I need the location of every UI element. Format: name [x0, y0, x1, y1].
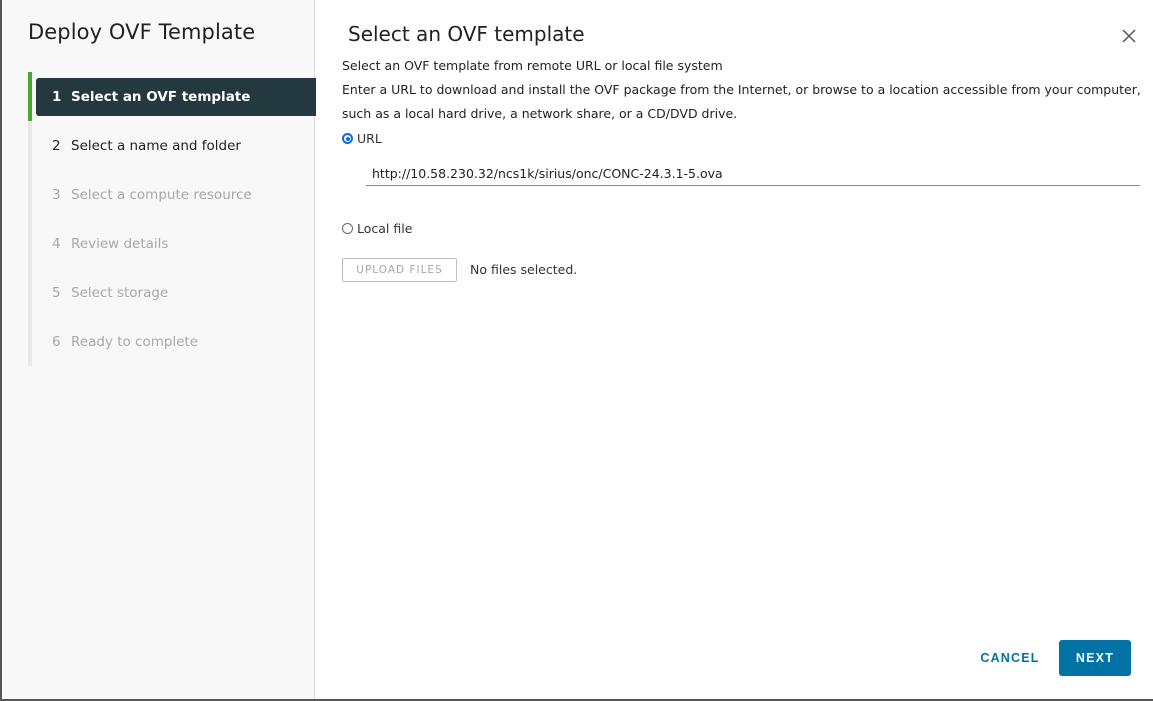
step-label: Ready to complete [71, 334, 199, 350]
wizard-sidebar: Deploy OVF Template 1 Select an OVF temp… [4, 0, 318, 699]
url-radio-label: URL [357, 131, 382, 146]
step-select-name-folder[interactable]: 2 Select a name and folder [36, 127, 316, 165]
step-number: 5 [52, 285, 61, 301]
step-label: Select storage [71, 285, 169, 301]
step-review-details: 4 Review details [36, 225, 316, 263]
step-select-compute-resource: 3 Select a compute resource [36, 176, 316, 214]
deploy-ovf-dialog: Deploy OVF Template 1 Select an OVF temp… [0, 0, 1153, 701]
close-icon [1122, 29, 1136, 43]
close-button[interactable] [1119, 26, 1139, 46]
wizard-content: Select an OVF template Select an OVF tem… [315, 0, 1153, 697]
step-select-storage: 5 Select storage [36, 274, 316, 312]
step-number: 2 [52, 138, 61, 154]
step-label: Select a compute resource [71, 187, 252, 203]
url-radio[interactable] [342, 133, 353, 144]
local-file-radio-label: Local file [357, 221, 413, 236]
local-file-option[interactable]: Local file [342, 221, 412, 236]
step-select-ovf-template[interactable]: 1 Select an OVF template [36, 78, 316, 116]
no-files-status: No files selected. [470, 262, 578, 277]
step-number: 6 [52, 334, 61, 350]
wizard-title: Deploy OVF Template [28, 20, 256, 44]
wizard-steps: 1 Select an OVF template 2 Select a name… [28, 72, 318, 366]
cancel-button[interactable]: CANCEL [972, 640, 1048, 676]
step-number: 4 [52, 236, 61, 252]
step-label: Select an OVF template [71, 89, 251, 105]
next-button[interactable]: NEXT [1059, 640, 1131, 676]
local-file-radio[interactable] [342, 223, 353, 234]
step-number: 1 [52, 89, 62, 105]
step-label: Select a name and folder [71, 138, 241, 154]
description-line-1: Enter a URL to download and install the … [342, 82, 1141, 97]
step-ready-to-complete: 6 Ready to complete [36, 323, 316, 361]
upload-files-button[interactable]: UPLOAD FILES [342, 258, 457, 282]
description-line-2: such as a local hard drive, a network sh… [342, 106, 738, 121]
page-subtitle: Select an OVF template from remote URL o… [342, 58, 723, 73]
url-option[interactable]: URL [342, 131, 382, 146]
page-title: Select an OVF template [348, 22, 585, 46]
step-label: Review details [71, 236, 169, 252]
step-number: 3 [52, 187, 61, 203]
step-progress-bar [28, 72, 32, 121]
url-input[interactable] [366, 162, 1140, 186]
